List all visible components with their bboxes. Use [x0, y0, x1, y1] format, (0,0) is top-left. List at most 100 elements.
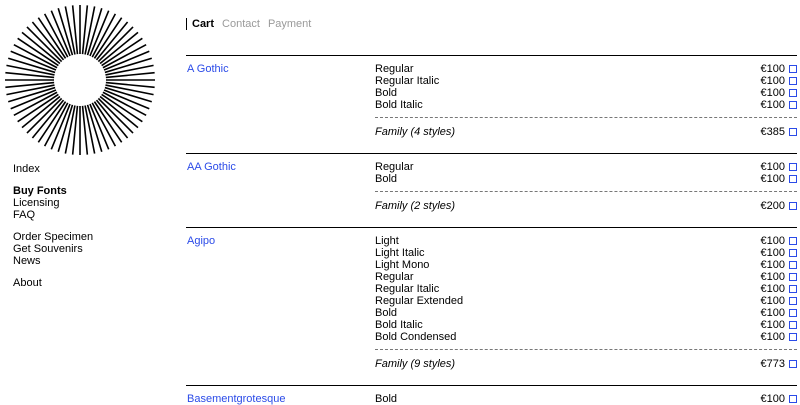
family-divider	[375, 117, 797, 118]
family-price: €773	[760, 358, 785, 370]
nav-link-index[interactable]: Index	[13, 163, 93, 175]
checkbox-icon[interactable]	[789, 333, 797, 341]
style-name: Bold	[375, 393, 398, 405]
style-row: Regular €100	[375, 63, 797, 75]
style-row: Bold €100	[375, 307, 797, 319]
font-block: Agipo Light €100 Light Italic €100 Light Mono…	[186, 227, 797, 370]
style-price: €100	[760, 63, 785, 75]
font-name-link[interactable]: Agipo	[187, 235, 215, 247]
font-name-link[interactable]: Basementgrotesque	[187, 393, 285, 405]
style-price: €100	[760, 87, 785, 99]
checkbox-icon[interactable]	[789, 249, 797, 257]
tab-cart[interactable]: Cart	[192, 18, 214, 30]
style-price: €100	[760, 319, 785, 331]
style-row: Light €100	[375, 235, 797, 247]
price-group: €100	[761, 295, 797, 307]
tab-indicator	[186, 18, 187, 30]
style-name: Bold	[375, 173, 398, 185]
price-group: €100	[761, 331, 797, 343]
style-row: Regular Italic €100	[375, 75, 797, 87]
family-divider	[375, 191, 797, 192]
checkbox-icon[interactable]	[789, 101, 797, 109]
font-name-link[interactable]: A Gothic	[187, 63, 229, 75]
style-name: Regular	[375, 161, 414, 173]
nav-link-buy-fonts[interactable]: Buy Fonts	[13, 185, 93, 197]
checkbox-icon[interactable]	[789, 309, 797, 317]
family-price: €200	[760, 200, 785, 212]
checkbox-icon[interactable]	[789, 128, 797, 136]
tab-contact[interactable]: Contact	[222, 18, 260, 30]
style-name: Light Italic	[375, 247, 425, 259]
style-name: Bold	[375, 307, 398, 319]
style-row: Regular €100	[375, 271, 797, 283]
price-group: €100	[761, 393, 797, 405]
style-price: €100	[760, 259, 785, 271]
style-list: Regular €100 Regular Italic €100 Bold €100 Bol…	[375, 63, 797, 138]
checkbox-icon[interactable]	[789, 285, 797, 293]
family-label: Family (4 styles)	[375, 126, 456, 138]
checkbox-icon[interactable]	[789, 321, 797, 329]
font-name-link[interactable]: AA Gothic	[187, 161, 236, 173]
checkbox-icon[interactable]	[789, 202, 797, 210]
checkbox-icon[interactable]	[789, 163, 797, 171]
checkbox-icon[interactable]	[789, 273, 797, 281]
price-group: €385	[761, 126, 797, 138]
price-group: €100	[761, 161, 797, 173]
family-row: Family (2 styles) €200	[375, 200, 797, 212]
style-price: €100	[760, 295, 785, 307]
checkbox-icon[interactable]	[789, 297, 797, 305]
style-name: Bold	[375, 87, 398, 99]
price-group: €100	[761, 99, 797, 111]
checkbox-icon[interactable]	[789, 65, 797, 73]
nav-group: Order Specimen Get Souvenirs News	[13, 231, 93, 267]
font-block: AA Gothic Regular €100 Bold €100 Family (2 st…	[186, 153, 797, 212]
nav-link-about[interactable]: About	[13, 277, 93, 289]
nav-link-order-specimen[interactable]: Order Specimen	[13, 231, 93, 243]
style-name: Light Mono	[375, 259, 430, 271]
nav-group: Index	[13, 163, 93, 175]
cart-list: A Gothic Regular €100 Regular Italic €100 Bol…	[186, 55, 797, 405]
tab-payment[interactable]: Payment	[268, 18, 311, 30]
style-name: Regular	[375, 271, 414, 283]
style-price: €100	[760, 173, 785, 185]
style-price: €100	[760, 307, 785, 319]
price-group: €773	[761, 358, 797, 370]
nav-link-faq[interactable]: FAQ	[13, 209, 93, 221]
style-price: €100	[760, 393, 785, 405]
style-name: Regular Extended	[375, 295, 464, 307]
sunburst-logo-icon[interactable]	[0, 0, 160, 160]
style-list: Light €100 Light Italic €100 Light Mono €100 R…	[375, 235, 797, 370]
style-list: Regular €100 Bold €100 Family (2 styles) €200	[375, 161, 797, 212]
checkbox-icon[interactable]	[789, 360, 797, 368]
price-group: €100	[761, 235, 797, 247]
font-block: A Gothic Regular €100 Regular Italic €100 Bol…	[186, 55, 797, 138]
checkbox-icon[interactable]	[789, 261, 797, 269]
style-price: €100	[760, 283, 785, 295]
style-row: Bold Italic €100	[375, 99, 797, 111]
checkbox-icon[interactable]	[789, 77, 797, 85]
style-list: Bold €100	[375, 393, 797, 405]
style-row: Regular Extended €100	[375, 295, 797, 307]
left-navigation: Index Buy Fonts Licensing FAQ Order Specimen…	[13, 163, 93, 299]
style-row: Bold Italic €100	[375, 319, 797, 331]
style-name: Bold Italic	[375, 319, 423, 331]
checkbox-icon[interactable]	[789, 175, 797, 183]
style-price: €100	[760, 161, 785, 173]
style-name: Light	[375, 235, 399, 247]
price-group: €100	[761, 307, 797, 319]
checkbox-icon[interactable]	[789, 237, 797, 245]
style-row: Bold €100	[375, 87, 797, 99]
style-name: Regular	[375, 63, 414, 75]
family-row: Family (4 styles) €385	[375, 126, 797, 138]
price-group: €100	[761, 259, 797, 271]
style-row: Light Mono €100	[375, 259, 797, 271]
checkbox-icon[interactable]	[789, 89, 797, 97]
nav-link-news[interactable]: News	[13, 255, 93, 267]
checkbox-icon[interactable]	[789, 395, 797, 403]
style-price: €100	[760, 75, 785, 87]
price-group: €100	[761, 173, 797, 185]
nav-link-get-souvenirs[interactable]: Get Souvenirs	[13, 243, 93, 255]
price-group: €100	[761, 283, 797, 295]
nav-group: Buy Fonts Licensing FAQ	[13, 185, 93, 221]
nav-link-licensing[interactable]: Licensing	[13, 197, 93, 209]
